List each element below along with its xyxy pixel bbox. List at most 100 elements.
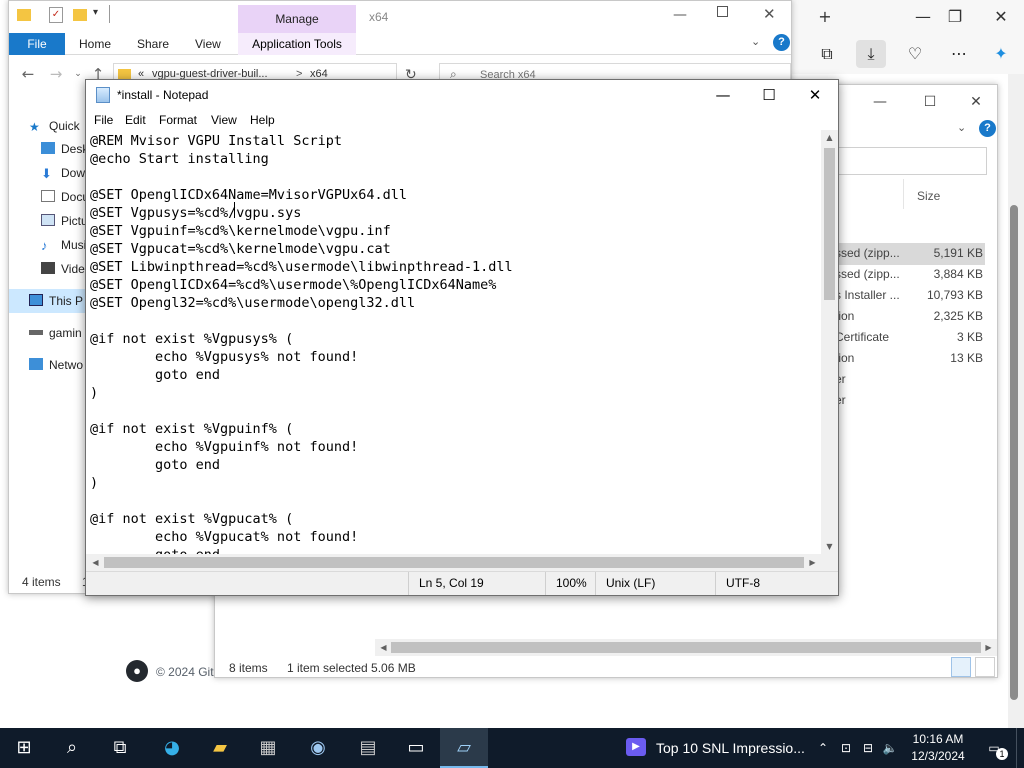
scroll-right-icon[interactable]: ▶	[804, 558, 821, 567]
server-manager-icon[interactable]: ▦	[244, 728, 292, 768]
minimize-button[interactable]: —	[700, 80, 746, 110]
sidebar-item-pictures[interactable]: Pictu	[41, 210, 88, 232]
file-row[interactable]: ssed (zipp... 3,884 KB	[835, 264, 983, 285]
file-row[interactable]: tion 13 KB	[835, 348, 983, 369]
text-editor[interactable]: @REM Mvisor VGPU Install Script @echo Sta…	[86, 130, 821, 554]
notepad-taskbar-icon[interactable]: ▱	[440, 728, 488, 768]
task-view-icon[interactable]: ⧉	[96, 728, 144, 768]
expand-ribbon-icon[interactable]: ⌄	[957, 121, 966, 134]
minimize-icon[interactable]: —	[673, 7, 687, 23]
command-prompt-icon[interactable]: ▭	[392, 728, 440, 768]
close-button[interactable]: ✕	[792, 80, 838, 110]
more-options-icon[interactable]: ⋯	[944, 40, 974, 68]
scroll-left-icon[interactable]: ◀	[87, 558, 104, 567]
editor-line: @SET OpenglICDx64Name=MvisorVGPUx64.dll	[90, 187, 407, 203]
quick-access-dropdown-icon[interactable]: ▾	[93, 7, 98, 18]
menu-help[interactable]: Help	[246, 112, 279, 129]
maximize-icon[interactable]: ☐	[915, 91, 945, 113]
file-explorer-icon[interactable]: ▰	[196, 728, 244, 768]
sidebar-item-this-pc[interactable]: This P	[29, 290, 83, 312]
ribbon-application-tools-tab[interactable]: Application Tools	[238, 33, 356, 55]
horizontal-scroll-thumb[interactable]	[391, 642, 981, 653]
show-desktop-button[interactable]	[1016, 728, 1017, 768]
steam-icon[interactable]: ◉	[294, 728, 342, 768]
scroll-left-icon[interactable]: ◀	[375, 643, 392, 652]
clock-date: 12/3/2024	[911, 749, 965, 763]
explorer-titlebar: ✓ ▾ Manage x64 — ✕	[9, 1, 791, 33]
help-icon[interactable]: ?	[773, 34, 790, 51]
notepad-status-bar: Ln 5, Col 19 100% Unix (LF) UTF-8	[86, 571, 838, 595]
back-arrow-icon[interactable]: ←	[19, 65, 37, 83]
file-row[interactable]: er	[835, 390, 983, 411]
sidebar-item-network-drive[interactable]: gamin	[29, 322, 82, 344]
sidebar-item-documents[interactable]: Docu	[41, 186, 89, 208]
details-view-icon[interactable]	[951, 657, 971, 677]
edge-browser-icon[interactable]: ◕	[148, 728, 196, 768]
new-folder-icon[interactable]	[73, 9, 87, 21]
file-row[interactable]: Certificate 3 KB	[835, 327, 983, 348]
maximize-button[interactable]: ☐	[746, 80, 792, 110]
ribbon-view-tab[interactable]: View	[185, 33, 231, 55]
manage-tab[interactable]: Manage	[238, 5, 356, 33]
help-icon[interactable]: ?	[979, 120, 996, 137]
horizontal-scroll-thumb[interactable]	[104, 557, 804, 568]
ribbon-file-tab[interactable]: File	[9, 33, 65, 55]
network-icon[interactable]: ⊟	[858, 728, 878, 768]
menu-format[interactable]: Format	[155, 112, 201, 129]
sidebar-item-network[interactable]: Netwo	[29, 354, 83, 376]
copilot-icon[interactable]: ✦	[986, 40, 1016, 68]
close-icon[interactable]: ✕	[961, 91, 991, 113]
status-item-count: 4 items	[22, 575, 61, 589]
scroll-down-icon[interactable]: ▼	[821, 542, 838, 551]
file-type: ssed (zipp...	[835, 267, 900, 281]
search-icon[interactable]: ⌕	[48, 728, 96, 768]
file-row[interactable]: er	[835, 369, 983, 390]
scroll-up-icon[interactable]: ▲	[821, 133, 838, 142]
sidebar-item-label: Pictu	[61, 214, 88, 228]
large-icons-view-icon[interactable]	[975, 657, 995, 677]
file-row[interactable]: tion 2,325 KB	[835, 306, 983, 327]
downloads-icon[interactable]: ⤓	[856, 40, 886, 68]
expand-ribbon-icon[interactable]: ⌄	[751, 35, 760, 48]
close-icon[interactable]: ✕	[986, 6, 1016, 28]
file-size: 3,884 KB	[933, 267, 983, 281]
vertical-scroll-thumb[interactable]	[824, 148, 835, 300]
sidebar-item-desktop[interactable]: Desk	[41, 138, 88, 160]
collections-icon[interactable]: ⧉	[812, 40, 842, 68]
meet-now-icon[interactable]: ⊡	[836, 728, 856, 768]
sidebar-item-quick-access[interactable]: ★ Quick	[29, 115, 80, 137]
browser-scroll-thumb[interactable]	[1010, 205, 1018, 700]
recent-locations-icon[interactable]: ⌄	[69, 69, 87, 79]
file-row[interactable]: s Installer ... 10,793 KB	[835, 285, 983, 306]
minimize-icon[interactable]: —	[908, 6, 938, 28]
ribbon-home-tab[interactable]: Home	[69, 33, 121, 55]
sidebar-item-downloads[interactable]: ⬇ Dow	[41, 162, 85, 184]
close-icon[interactable]: ✕	[763, 5, 776, 23]
installer-icon[interactable]: ▤	[344, 728, 392, 768]
menu-view[interactable]: View	[207, 112, 241, 129]
scroll-right-icon[interactable]: ▶	[980, 643, 997, 652]
file-row[interactable]: ssed (zipp... 5,191 KB	[835, 243, 983, 264]
restore-icon[interactable]: ❐	[940, 6, 970, 28]
minimize-icon[interactable]: —	[865, 91, 895, 113]
browser-essentials-icon[interactable]: ♡	[900, 40, 930, 68]
clock[interactable]: 10:16 AM 12/3/2024	[900, 731, 976, 765]
menu-file[interactable]: File	[90, 112, 117, 129]
maximize-icon[interactable]	[717, 6, 728, 17]
volume-muted-icon[interactable]: 🔈	[880, 728, 900, 768]
menu-edit[interactable]: Edit	[121, 112, 150, 129]
notepad-app-icon	[96, 87, 110, 103]
ribbon-share-tab[interactable]: Share	[127, 33, 179, 55]
show-hidden-icons-icon[interactable]: ⌃	[814, 728, 832, 768]
news-video-icon[interactable]: ▶	[626, 738, 646, 756]
properties-icon[interactable]: ✓	[49, 7, 63, 23]
forward-arrow-icon[interactable]: →	[47, 65, 65, 83]
sidebar-item-videos[interactable]: Vide	[41, 258, 85, 280]
editor-text: @REM Mvisor VGPU Install Script @echo Sta…	[90, 132, 513, 554]
notepad-titlebar[interactable]: *install - Notepad — ☐ ✕	[86, 80, 838, 110]
column-header-size[interactable]: Size	[917, 189, 940, 203]
search-input[interactable]	[835, 147, 987, 175]
new-tab-icon[interactable]: +	[810, 6, 840, 28]
sidebar-item-music[interactable]: ♪ Musi	[41, 234, 86, 256]
start-windows-icon[interactable]: ⊞	[0, 728, 48, 768]
